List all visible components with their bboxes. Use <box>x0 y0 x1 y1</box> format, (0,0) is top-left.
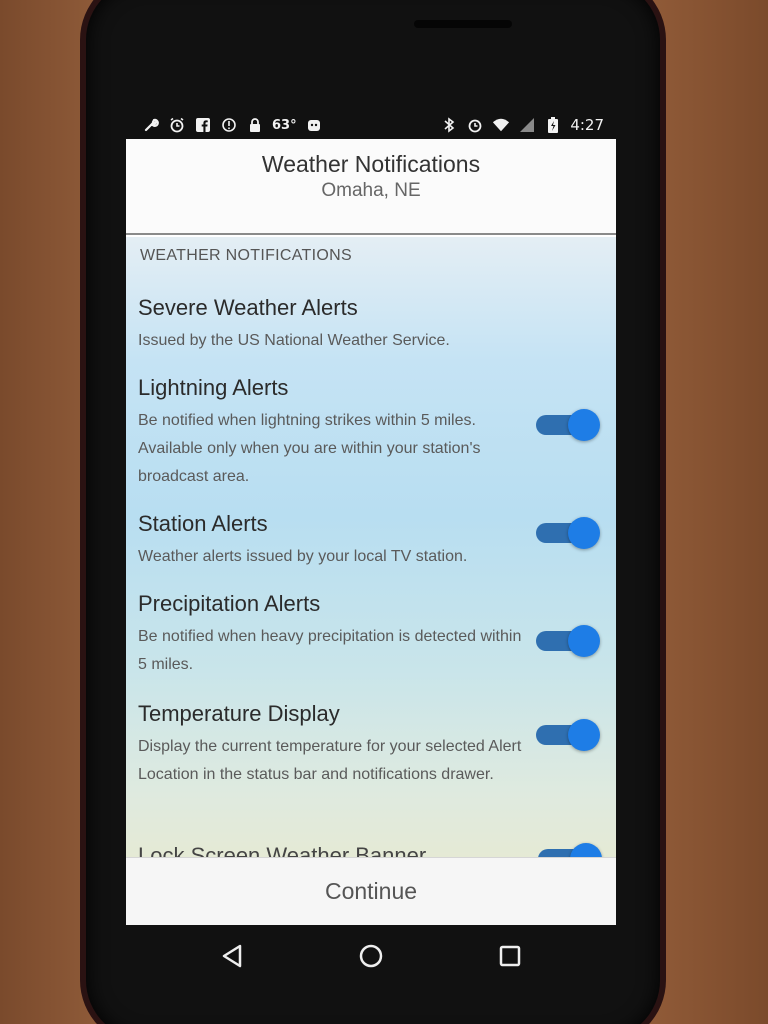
speaker-grille <box>414 20 512 28</box>
recents-square-icon <box>499 945 521 967</box>
wrench-icon <box>142 116 160 134</box>
temperature-display-toggle[interactable] <box>538 841 602 857</box>
page-title: Weather Notifications <box>261 151 481 177</box>
setting-description: Be notified when lightning strikes withi… <box>138 412 481 485</box>
footer-bar: Continue <box>126 857 616 925</box>
home-circle-icon <box>359 944 383 968</box>
toggle-thumb <box>570 843 602 857</box>
app-badge-icon <box>305 116 323 134</box>
android-nav-bar <box>126 926 616 986</box>
alarm-icon <box>466 116 484 134</box>
bluetooth-icon <box>440 116 458 134</box>
info-icon <box>220 116 238 134</box>
alarm-icon <box>168 116 186 134</box>
setting-title: Station Alerts <box>138 511 268 536</box>
setting-lock-screen-weather-banner: Lock Screen Weather Banner <box>138 843 427 857</box>
setting-title: Temperature Display <box>138 701 340 726</box>
page-header: Weather Notifications Omaha, NE <box>126 139 616 235</box>
setting-description: Be notified when heavy precipitation is … <box>138 628 522 673</box>
wifi-icon <box>492 116 510 134</box>
temperature-readout: 63° <box>272 117 297 133</box>
setting-severe-weather-alerts: Severe Weather Alerts Issued by the US N… <box>138 295 608 355</box>
back-triangle-icon <box>222 944 242 968</box>
back-button[interactable] <box>216 940 248 972</box>
app-screen: Weather Notifications Omaha, NE WEATHER … <box>126 139 616 925</box>
setting-temperature-display: Temperature Display Display the current … <box>138 701 608 789</box>
status-bar: 63° 4:27 <box>130 112 616 140</box>
setting-station-alerts: Station Alerts Weather alerts issued by … <box>138 511 608 571</box>
settings-list[interactable]: WEATHER NOTIFICATIONS Severe Weather Ale… <box>126 237 616 857</box>
setting-lightning-alerts: Lightning Alerts Be notified when lightn… <box>138 375 608 491</box>
battery-icon <box>544 116 562 134</box>
setting-precipitation-alerts: Precipitation Alerts Be notified when he… <box>138 591 608 679</box>
facebook-icon <box>194 116 212 134</box>
location-subtitle: Omaha, NE <box>321 180 421 201</box>
recents-button[interactable] <box>494 940 526 972</box>
home-button[interactable] <box>355 940 387 972</box>
setting-title: Precipitation Alerts <box>138 591 321 616</box>
continue-button[interactable]: Continue <box>126 858 616 925</box>
clock: 4:27 <box>570 116 604 134</box>
setting-description: Issued by the US National Weather Servic… <box>138 332 450 349</box>
signal-icon <box>518 116 536 134</box>
lock-icon <box>246 116 264 134</box>
setting-description: Weather alerts issued by your local TV s… <box>138 548 468 565</box>
section-header: WEATHER NOTIFICATIONS <box>140 247 352 264</box>
setting-title: Lightning Alerts <box>138 375 289 400</box>
setting-title: Severe Weather Alerts <box>138 295 358 320</box>
setting-description: Display the current temperature for your… <box>138 738 522 783</box>
